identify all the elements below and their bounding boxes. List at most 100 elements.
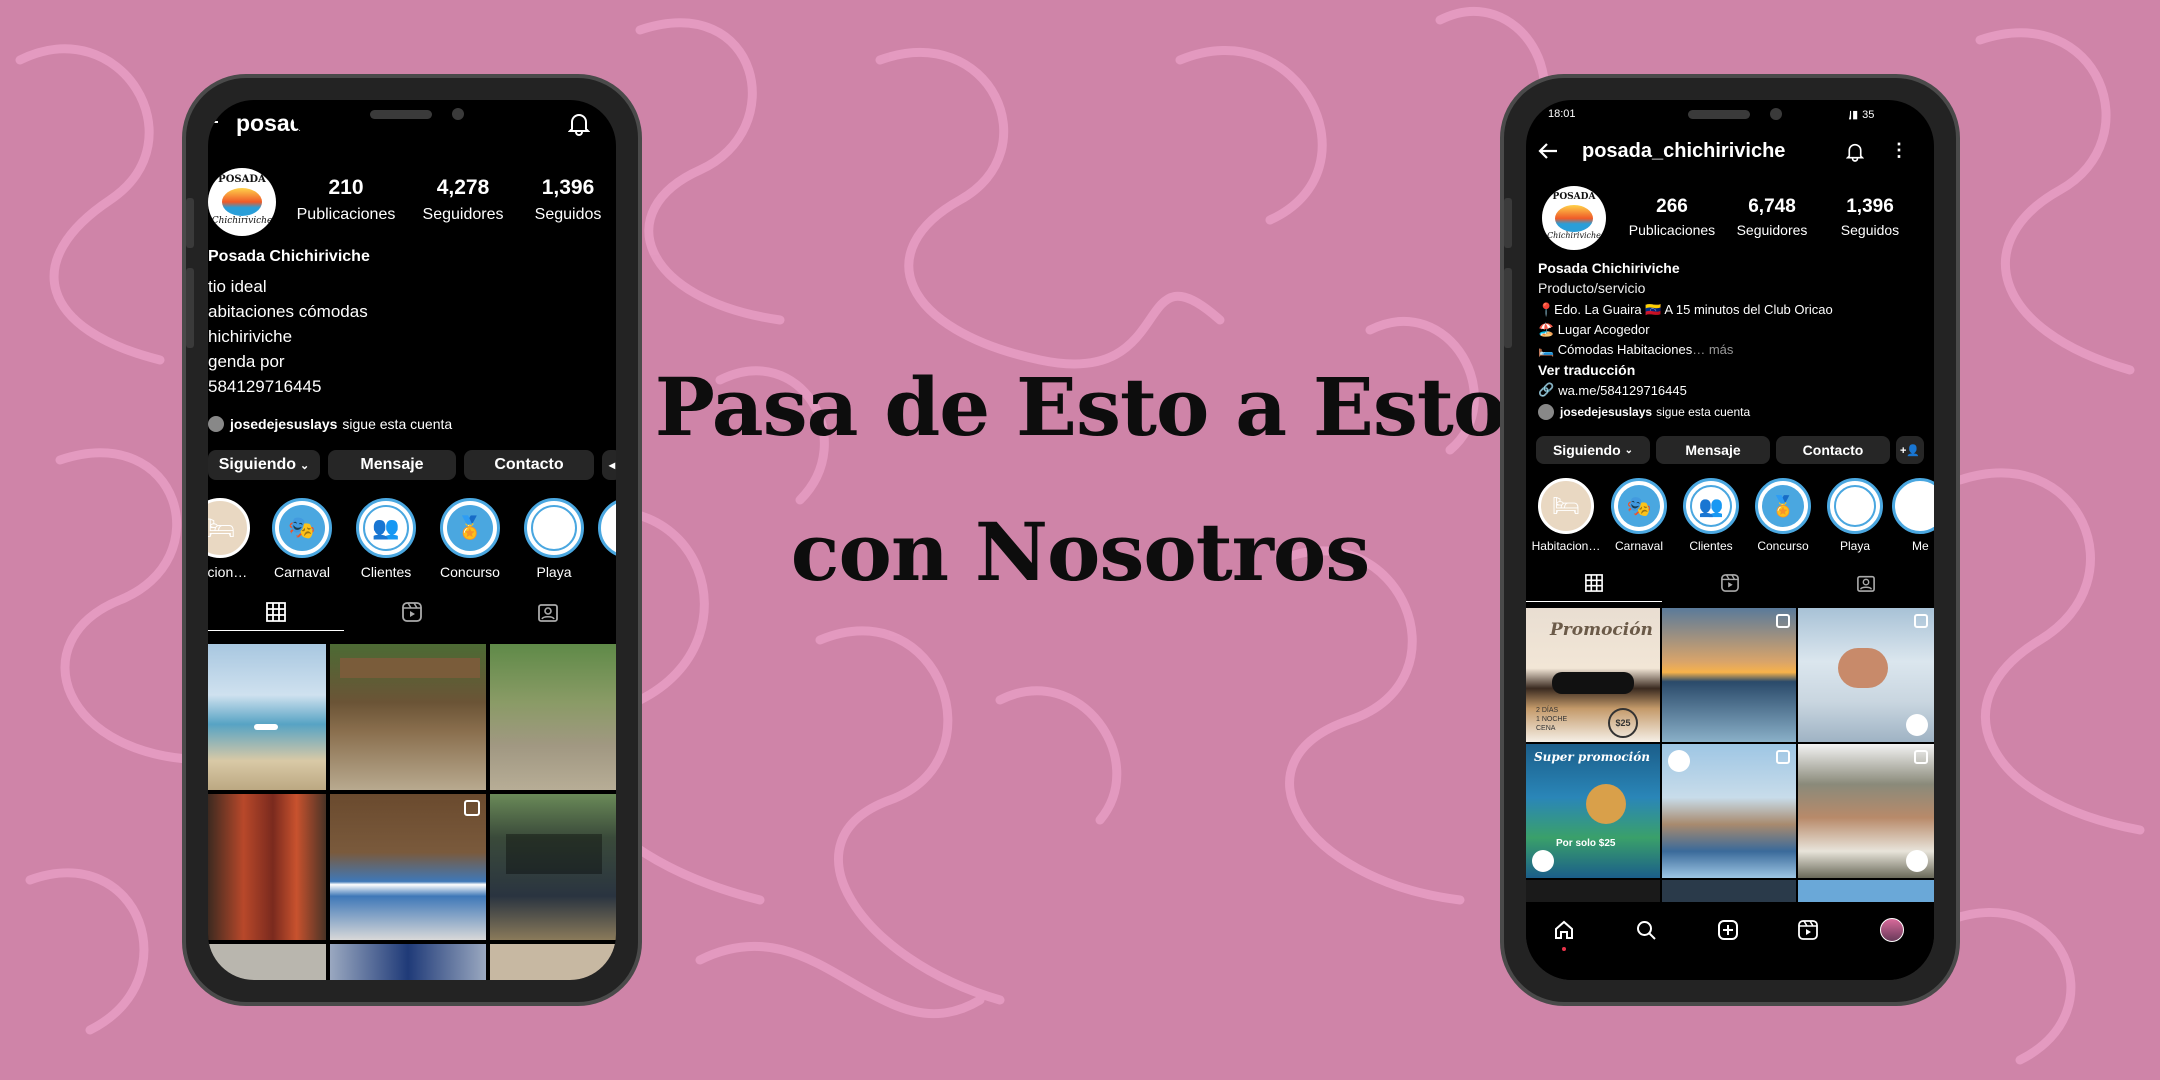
highlight-item[interactable] <box>598 498 616 558</box>
post-tile[interactable] <box>1662 880 1796 902</box>
stat-following[interactable]: 1,396 Seguidos <box>520 176 616 224</box>
add-person-button[interactable]: +👤 <box>1896 436 1924 464</box>
tab-reels[interactable] <box>344 602 480 622</box>
post-tile[interactable] <box>208 644 326 790</box>
new-post-icon[interactable] <box>1718 920 1738 945</box>
back-arrow-icon[interactable] <box>1538 142 1558 160</box>
highlight-item[interactable]: ⛱ Playa <box>1820 478 1890 553</box>
post-tile[interactable] <box>490 794 616 940</box>
more-options-icon[interactable]: ⋮ <box>1890 140 1908 161</box>
contact-button[interactable]: Contacto <box>1776 436 1890 464</box>
post-tile[interactable] <box>330 644 486 790</box>
follower-username: josedejesuslays <box>1560 405 1653 419</box>
post-people <box>1838 648 1888 688</box>
highlight-label: Clientes <box>1689 539 1733 553</box>
post-tile[interactable] <box>208 944 326 980</box>
stat-followers-label: Seguidores <box>1736 222 1808 238</box>
following-button[interactable]: Siguiendo ⌄ <box>1536 436 1650 464</box>
post-tile[interactable] <box>490 944 616 980</box>
post-tile[interactable] <box>1662 744 1796 878</box>
stat-following[interactable]: 1,396 Seguidos <box>1822 196 1918 238</box>
stat-posts[interactable]: 266 Publicaciones <box>1622 196 1722 238</box>
tab-tagged[interactable] <box>480 602 616 622</box>
post-tile[interactable] <box>1798 608 1934 742</box>
post-tile[interactable]: Super promoción Por solo $25 <box>1526 744 1660 878</box>
followed-by[interactable]: josedejesuslays sigue esta cuenta <box>1538 404 1750 420</box>
more-button[interactable]: ◂ <box>602 450 616 480</box>
stat-posts[interactable]: 210 Publicaciones <box>286 176 406 224</box>
more-link[interactable]: … más <box>1692 342 1733 357</box>
bell-icon[interactable] <box>1846 142 1864 162</box>
search-icon[interactable] <box>1636 920 1656 945</box>
phone-notch <box>1610 100 1850 138</box>
highlight-item[interactable]: 🏅 Concurso <box>430 498 510 580</box>
highlight-item[interactable]: 🏅 Concurso <box>1748 478 1818 553</box>
home-icon[interactable] <box>1554 920 1574 951</box>
avatar-logo-sun <box>1555 205 1593 232</box>
status-time: 18:01 <box>1548 108 1576 120</box>
highlight-item[interactable]: 🎭 Carnaval <box>262 498 342 580</box>
food-plate-graphic <box>1586 784 1626 824</box>
people-icon: 👥 <box>1690 485 1732 527</box>
bell-icon[interactable] <box>568 112 590 136</box>
contact-button[interactable]: Contacto <box>464 450 594 480</box>
theater-masks-icon: 🎭 <box>279 505 325 551</box>
post-tile[interactable] <box>1662 608 1796 742</box>
translate-link[interactable]: Ver traducción <box>1538 362 1635 378</box>
post-tile[interactable] <box>208 794 326 940</box>
post-tile[interactable]: Promoción 2 DÍAS 1 NOCHE CENA $25 <box>1526 608 1660 742</box>
followed-by[interactable]: josedejesuslays sigue esta cuenta <box>208 416 452 432</box>
highlight-item[interactable]: Me <box>1892 478 1934 553</box>
post-tile[interactable] <box>330 944 486 980</box>
back-arrow-icon[interactable] <box>208 114 220 130</box>
tab-tagged[interactable] <box>1798 574 1934 592</box>
highlight-item[interactable]: ⛱ Playa <box>514 498 594 580</box>
screen-after: 18:01 ▮▮▮ 35 posada_chichiriviche ⋮ POSA… <box>1526 100 1934 980</box>
highlight-item[interactable]: 🛏 itacion… <box>208 498 260 580</box>
highlight-item[interactable]: 🎭 Carnaval <box>1604 478 1674 553</box>
post-tile[interactable] <box>490 644 616 790</box>
highlight-ring: 🎭 <box>272 498 332 558</box>
bottom-nav <box>1526 904 1934 980</box>
stat-followers[interactable]: 6,748 Seguidores <box>1722 196 1822 238</box>
message-button-label: Mensaje <box>360 456 424 473</box>
website-link[interactable]: 🔗 wa.me/584129716445 <box>1538 382 1687 398</box>
phone-side-button <box>186 198 194 248</box>
highlight-item[interactable]: 🛏 Habitacion… <box>1528 478 1604 553</box>
tab-grid[interactable] <box>1526 574 1662 592</box>
post-logo-badge <box>1906 714 1928 736</box>
tab-reels[interactable] <box>1662 574 1798 592</box>
highlight-label: Concurso <box>440 564 500 580</box>
avatar[interactable]: POSADA Chichiriviche <box>208 168 276 236</box>
highlight-label: Carnaval <box>273 564 331 580</box>
message-button[interactable]: Mensaje <box>328 450 456 480</box>
contact-button-label: Contacto <box>494 456 564 473</box>
follower-text: sigue esta cuenta <box>1656 405 1751 419</box>
stat-following-label: Seguidos <box>534 206 602 223</box>
post-roof <box>340 658 480 678</box>
message-button[interactable]: Mensaje <box>1656 436 1770 464</box>
follower-text: sigue esta cuenta <box>342 416 453 432</box>
following-button[interactable]: Siguiendo ⌄ <box>208 450 320 480</box>
promo-line: 2 DÍAS <box>1536 707 1559 714</box>
reels-nav-icon[interactable] <box>1798 920 1818 945</box>
highlight-item[interactable]: 👥 Clientes <box>1676 478 1746 553</box>
avatar[interactable]: POSADA Chichiriviche <box>1542 186 1606 250</box>
profile-nav-avatar[interactable] <box>1880 918 1904 942</box>
post-promo2-title: Super promoción <box>1534 750 1650 764</box>
post-tile[interactable] <box>1526 880 1660 902</box>
post-tile[interactable] <box>1798 880 1934 902</box>
headline-line-1: Pasa de Esto a Esto <box>654 360 1506 454</box>
stat-followers[interactable]: 4,278 Seguidores <box>408 176 518 224</box>
highlight-item[interactable]: 👥 Clientes <box>346 498 426 580</box>
tab-grid[interactable] <box>208 602 344 622</box>
post-tile[interactable] <box>1798 744 1934 878</box>
promo-line: CENA <box>1536 725 1556 732</box>
post-promo-price: $25 <box>1608 708 1638 738</box>
add-person-icon: +👤 <box>1899 444 1921 457</box>
post-tile[interactable] <box>330 794 486 940</box>
highlight-ring: 🛏 <box>208 498 250 558</box>
avatar-top-text: POSADA <box>218 174 266 185</box>
post-caption-block <box>506 834 602 874</box>
highlight-ring: 🏅 <box>1755 478 1811 534</box>
